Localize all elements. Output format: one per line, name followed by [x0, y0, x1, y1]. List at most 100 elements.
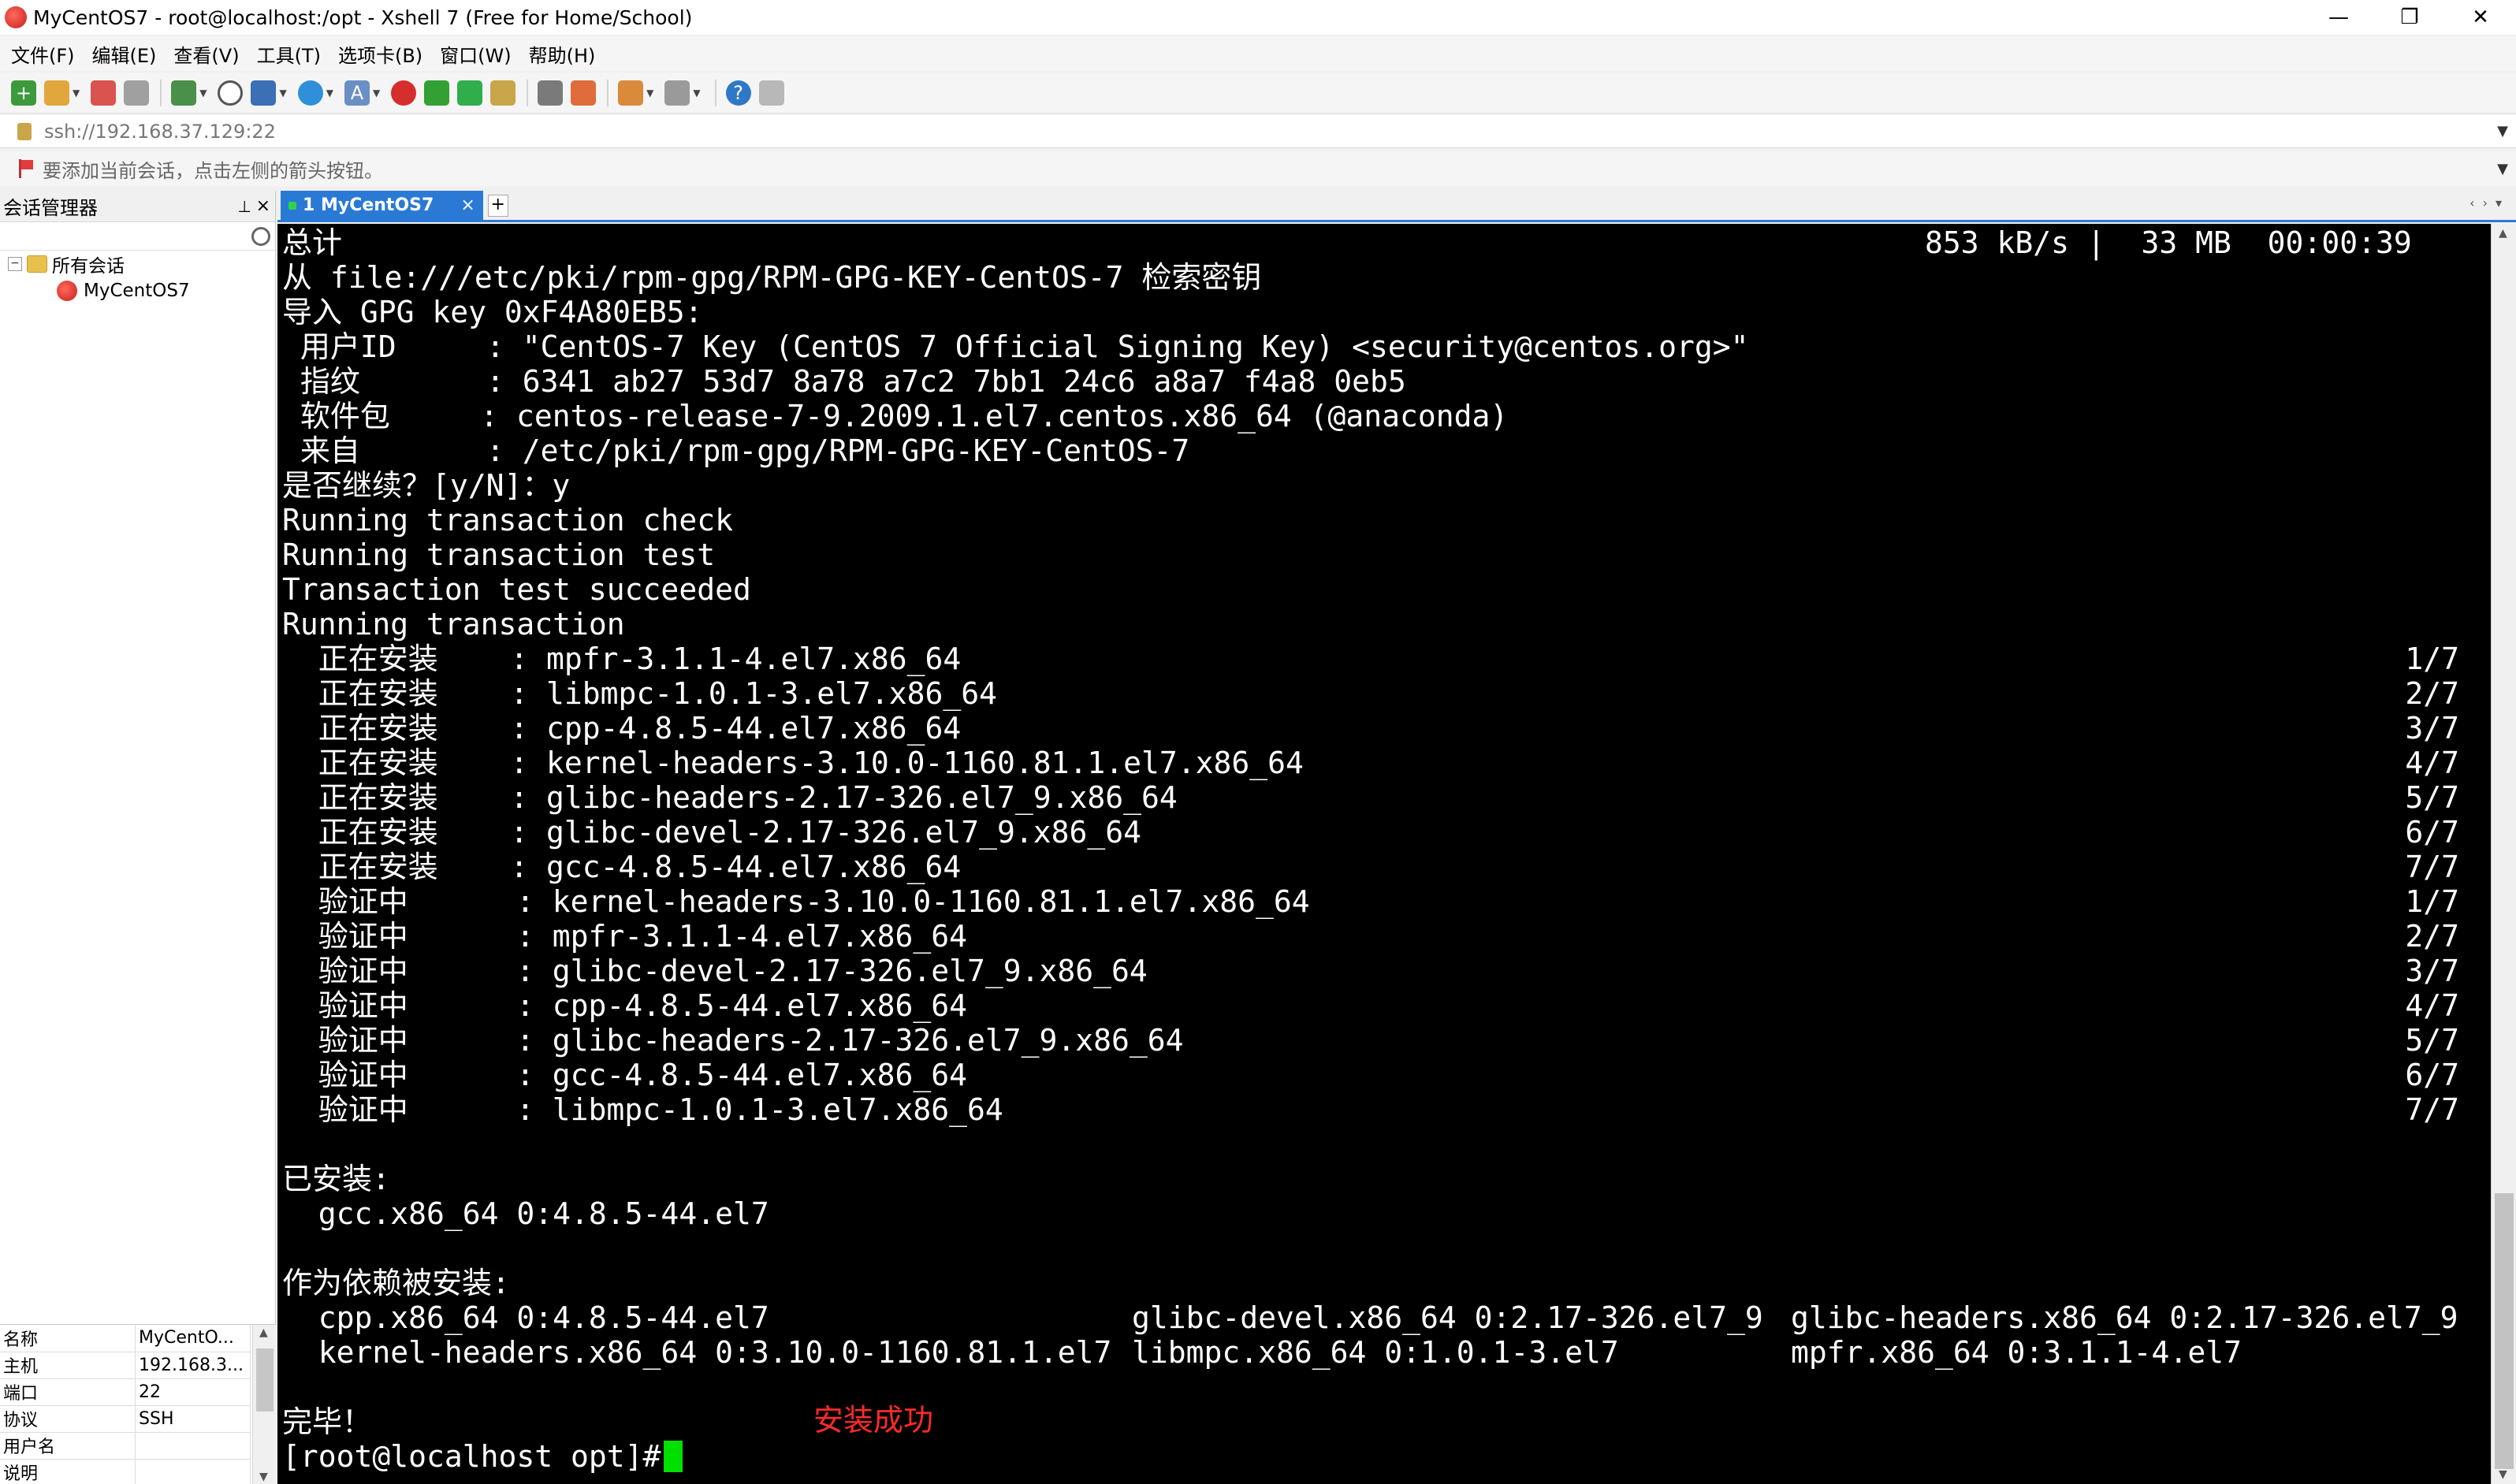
xshell-icon[interactable] — [391, 80, 417, 106]
xshell-logo-icon — [5, 6, 27, 28]
font-dropdown-icon[interactable]: ▼ — [373, 87, 380, 99]
prop-value — [135, 1432, 251, 1460]
open-dropdown-icon[interactable]: ▼ — [73, 87, 80, 99]
help-icon[interactable]: ? — [725, 80, 751, 106]
terminal-line: 来自 : /etc/pki/rpm-gpg/RPM-GPG-KEY-CentOS… — [282, 433, 1190, 468]
installed-package: gcc.x86_64 0:4.8.5-44.el7 — [282, 1196, 769, 1231]
collapse-icon[interactable]: − — [8, 257, 22, 271]
terminal-line: Transaction test succeeded — [282, 572, 751, 607]
bookmark-flag-icon[interactable] — [17, 159, 33, 178]
prop-value: 22 — [135, 1378, 251, 1406]
step-count: 4/7 — [2405, 988, 2459, 1023]
transfer-dropdown-icon[interactable]: ▼ — [279, 87, 286, 99]
table-row: 端口 22 — [0, 1378, 251, 1406]
globe-dropdown-icon[interactable]: ▼ — [326, 87, 333, 99]
address-bar[interactable]: ssh://192.168.37.129:22 ▼ — [0, 115, 2516, 148]
transfer-icon[interactable] — [251, 80, 277, 106]
scrollbar-thumb[interactable] — [256, 1348, 274, 1411]
terminal[interactable]: 总计 853 kB/s | 33 MB 00:00:39 从 file:///e… — [277, 224, 2491, 1484]
terminal-scrollbar[interactable]: ▲ ▼ — [2491, 224, 2516, 1484]
close-button[interactable]: ✕ — [2445, 0, 2516, 35]
menu-bar: 文件(F) 编辑(E) 查看(V) 工具(T) 选项卡(B) 窗口(W) 帮助(… — [0, 36, 2516, 71]
compose-icon[interactable] — [618, 80, 644, 106]
terminal-line: 指纹 : 6341 ab27 53d7 8a78 a7c2 7bb1 24c6 … — [282, 364, 1406, 399]
menu-tabs[interactable]: 选项卡(B) — [338, 40, 422, 68]
install-step: 正在安装 : glibc-devel-2.17-326.el7_9.x86_64 — [282, 815, 1141, 850]
maximize-button[interactable]: ❐ — [2374, 0, 2445, 35]
dependency-item: glibc-headers.x86_64 0:2.17-326.el7_9 — [1791, 1300, 2458, 1335]
step-count: 2/7 — [2405, 919, 2459, 954]
menu-window[interactable]: 窗口(W) — [440, 40, 511, 68]
step-count: 7/7 — [2405, 850, 2459, 884]
fullscreen-icon[interactable] — [457, 80, 483, 106]
step-count: 4/7 — [2405, 746, 2459, 780]
chat-icon[interactable] — [758, 80, 784, 106]
session-manager-header: 会话管理器 ⊥ × — [0, 191, 275, 222]
folder-icon — [27, 255, 47, 273]
prop-value: 192.168.3... — [135, 1352, 251, 1379]
open-folder-icon[interactable] — [44, 80, 69, 106]
tab-mycentos7[interactable]: 1 MyCentOS7 × — [281, 191, 483, 220]
scrollbar-thumb[interactable] — [2495, 1193, 2514, 1469]
terminal-line: 总计 — [282, 225, 343, 260]
new-tab-button[interactable]: + — [487, 195, 508, 217]
layout-dropdown-icon[interactable]: ▼ — [693, 87, 700, 99]
table-row: 主机 192.168.3... — [0, 1352, 251, 1379]
terminal-line: 是否继续？[y/N]：y — [282, 468, 571, 503]
pin-icon[interactable]: ⊥ — [238, 197, 251, 216]
search-icon[interactable] — [218, 80, 244, 106]
terminal-line: Running transaction check — [282, 503, 733, 537]
dependency-item: kernel-headers.x86_64 0:3.10.0-1160.81.1… — [282, 1335, 1112, 1370]
menu-edit[interactable]: 编辑(E) — [92, 40, 157, 68]
prop-key: 端口 — [0, 1378, 136, 1406]
verify-step: 验证中 : cpp-4.8.5-44.el7.x86_64 — [282, 988, 967, 1023]
dependency-item: mpfr.x86_64 0:3.1.1-4.el7 — [1791, 1335, 2242, 1370]
layout-icon[interactable] — [664, 80, 690, 106]
install-step: 正在安装 : kernel-headers-3.10.0-1160.81.1.e… — [282, 746, 1304, 780]
dependency-item: cpp.x86_64 0:4.8.5-44.el7 — [282, 1300, 769, 1335]
dependency-item: libmpc.x86_64 0:1.0.1-3.el7 — [1132, 1335, 1619, 1370]
keyboard-icon[interactable] — [538, 80, 564, 106]
menu-file[interactable]: 文件(F) — [11, 40, 75, 68]
properties-icon[interactable] — [171, 80, 197, 106]
terminal-line: Running transaction — [282, 607, 625, 642]
address-dropdown-icon[interactable]: ▼ — [2497, 123, 2508, 139]
scroll-up-icon[interactable]: ▲ — [2499, 227, 2507, 240]
step-count: 2/7 — [2405, 676, 2459, 711]
menu-view[interactable]: 查看(V) — [173, 40, 239, 68]
search-icon[interactable] — [251, 227, 270, 246]
shell-prompt: [root@localhost opt]# — [282, 1439, 679, 1474]
lock-icon[interactable] — [490, 80, 516, 106]
session-icon — [57, 281, 77, 301]
menu-help[interactable]: 帮助(H) — [529, 40, 596, 68]
close-icon[interactable]: × — [256, 196, 270, 216]
hint-dropdown-icon[interactable]: ▼ — [2497, 161, 2508, 177]
connect-icon[interactable] — [91, 80, 117, 106]
minimize-button[interactable]: — — [2303, 0, 2374, 35]
tree-item-all-sessions[interactable]: − 所有会话 — [0, 251, 275, 277]
properties-table: 名称 MyCentO... 主机 192.168.3... 端口 22 协议 SSH 用… — [0, 1325, 251, 1484]
menu-tools[interactable]: 工具(T) — [257, 40, 321, 68]
properties-dropdown-icon[interactable]: ▼ — [199, 87, 207, 99]
connected-status-icon — [288, 201, 296, 210]
globe-icon[interactable] — [297, 80, 323, 106]
properties-scrollbar[interactable]: ▲ ▼ — [252, 1325, 276, 1484]
address-input[interactable]: ssh://192.168.37.129:22 — [44, 121, 276, 143]
scroll-up-icon[interactable]: ▲ — [259, 1326, 268, 1339]
xftp-icon[interactable] — [424, 80, 450, 106]
scroll-down-icon[interactable]: ▼ — [259, 1471, 268, 1483]
tab-nav-icons[interactable]: ‹›▾ — [2469, 195, 2510, 210]
tree-item-session[interactable]: MyCentOS7 — [0, 277, 275, 304]
scroll-down-icon[interactable]: ▼ — [2499, 1468, 2507, 1481]
tab-bar: 1 MyCentOS7 × + ‹›▾ — [277, 191, 2516, 222]
prop-key: 名称 — [0, 1325, 136, 1352]
font-icon[interactable]: A — [344, 80, 370, 106]
disconnect-icon[interactable] — [124, 80, 150, 106]
step-count: 6/7 — [2405, 815, 2459, 850]
toolbar: + ▼ ▼ ▼ ▼ A ▼ ▼ ▼ ? — [0, 73, 2516, 113]
script-icon[interactable] — [571, 80, 597, 106]
tab-close-icon[interactable]: × — [460, 195, 475, 215]
compose-dropdown-icon[interactable]: ▼ — [646, 87, 653, 99]
session-search-input[interactable] — [0, 222, 275, 251]
new-session-icon[interactable]: + — [11, 80, 36, 106]
